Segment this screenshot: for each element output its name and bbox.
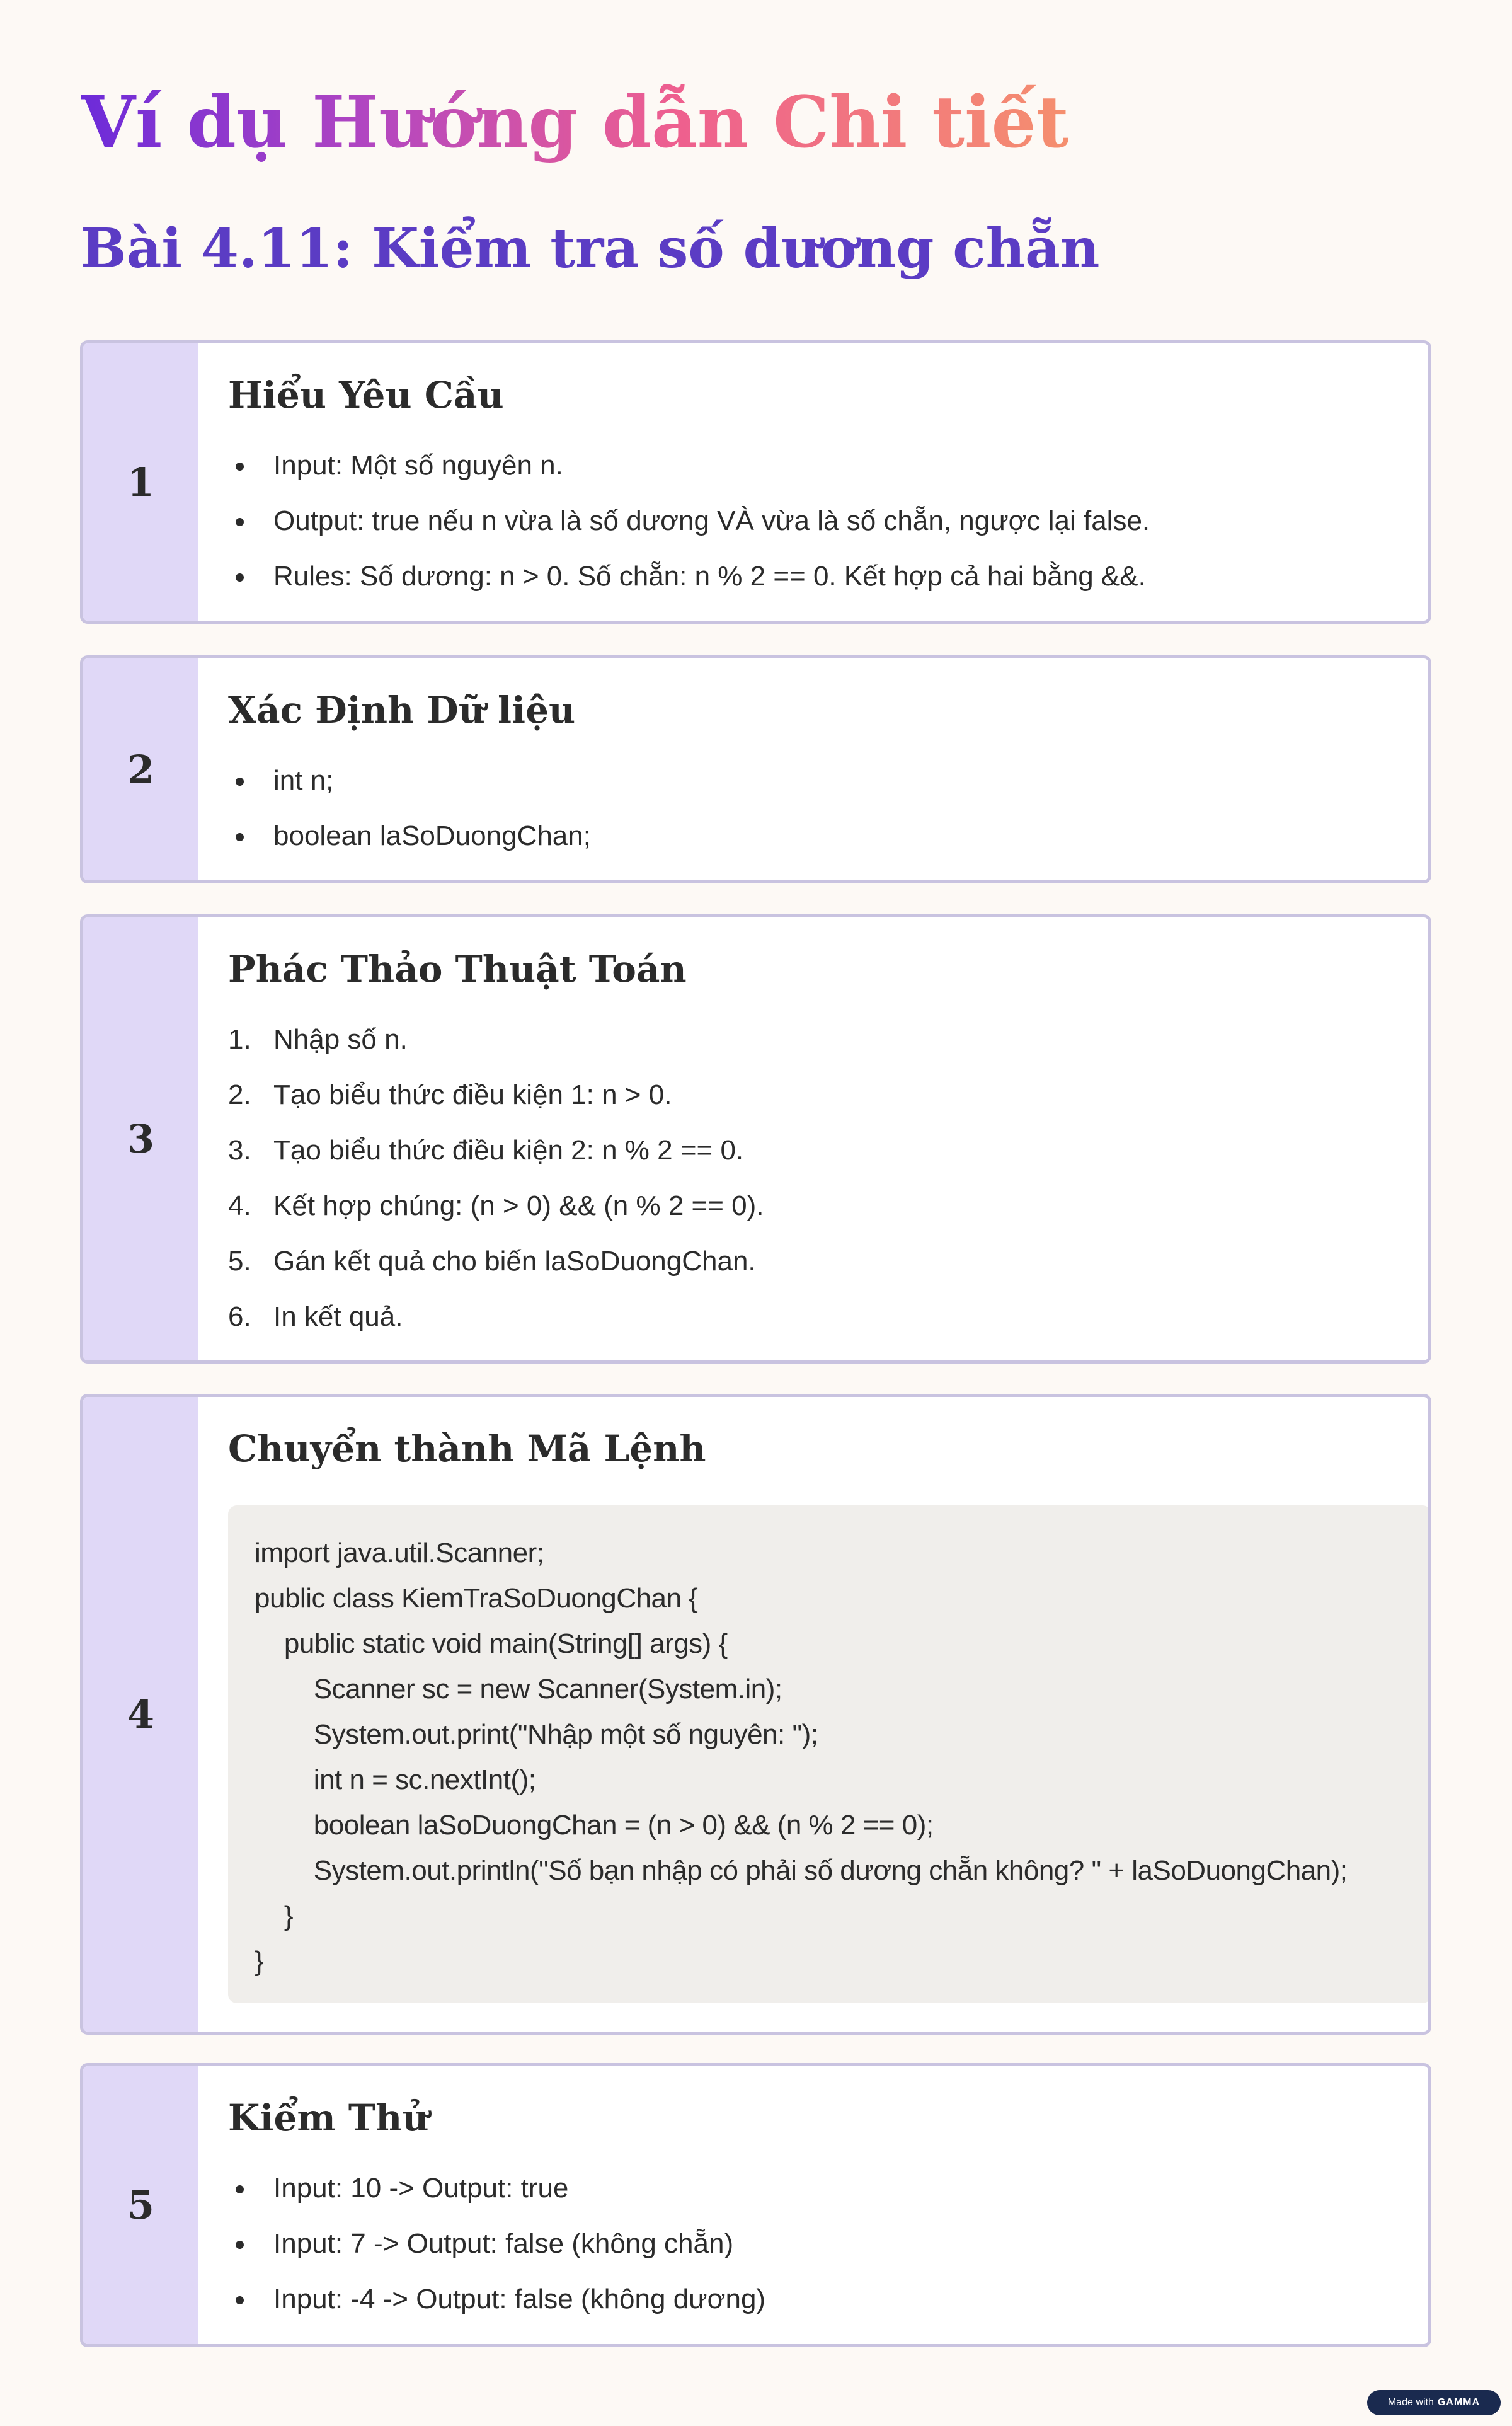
code-line: } [255, 1946, 264, 1977]
list-item: 5. Gán kết quả cho biến laSoDuongChan. [228, 1234, 764, 1289]
made-with-gamma-badge[interactable]: Made with GAMMA [1367, 2390, 1501, 2415]
list-item: 1. Nhập số n. [228, 1012, 764, 1067]
bullet-list: Input: Một số nguyên n. Output: true nếu… [228, 438, 1150, 604]
list-text: In kết quả. [273, 1301, 403, 1332]
code-line: } [255, 1900, 294, 1931]
step-heading: Xác Định Dữ liệu [228, 689, 576, 732]
code-line: public class KiemTraSoDuongChan { [255, 1583, 698, 1614]
step-card-2: 2 Xác Định Dữ liệu int n; boolean laSoDu… [80, 655, 1431, 883]
step-heading: Phác Thảo Thuật Toán [228, 948, 687, 991]
page-title: Ví dụ Hướng dẫn Chi tiết [81, 76, 1069, 170]
list-number: 1. [228, 1024, 251, 1055]
code-line: boolean laSoDuongChan = (n > 0) && (n % … [255, 1810, 934, 1841]
step-number: 3 [83, 917, 198, 1360]
badge-prefix: Made with [1387, 2397, 1434, 2408]
list-item: Input: Một số nguyên n. [228, 438, 1150, 493]
step-card-1: 1 Hiểu Yêu Cầu Input: Một số nguyên n. O… [80, 340, 1431, 624]
list-text: Kết hợp chúng: (n > 0) && (n % 2 == 0). [273, 1190, 764, 1221]
code-line: System.out.print("Nhập một số nguyên: ")… [255, 1719, 818, 1750]
list-number: 4. [228, 1190, 251, 1221]
step-card-5: 5 Kiểm Thử Input: 10 -> Output: true Inp… [80, 2063, 1431, 2347]
page: Ví dụ Hướng dẫn Chi tiết Bài 4.11: Kiểm … [0, 0, 1512, 2426]
code-line: Scanner sc = new Scanner(System.in); [255, 1674, 782, 1705]
list-item: Input: 7 -> Output: false (không chẵn) [228, 2216, 765, 2272]
list-text: Nhập số n. [273, 1024, 408, 1055]
list-number: 2. [228, 1079, 251, 1110]
code-line: System.out.println("Số bạn nhập có phải … [255, 1855, 1348, 1886]
list-text: Gán kết quả cho biến laSoDuongChan. [273, 1246, 756, 1277]
list-item: Rules: Số dương: n > 0. Số chẵn: n % 2 =… [228, 549, 1150, 604]
code-line: import java.util.Scanner; [255, 1538, 544, 1568]
bullet-list: Input: 10 -> Output: true Input: 7 -> Ou… [228, 2161, 765, 2327]
step-number: 5 [83, 2066, 198, 2344]
step-card-3: 3 Phác Thảo Thuật Toán 1. Nhập số n. 2. Tạ… [80, 914, 1431, 1364]
step-heading: Hiểu Yêu Cầu [228, 374, 504, 417]
exercise-title: Bài 4.11: Kiểm tra số dương chẵn [81, 217, 1100, 280]
list-item: 2. Tạo biểu thức điều kiện 1: n > 0. [228, 1067, 764, 1123]
code-line: public static void main(String[] args) { [255, 1628, 728, 1659]
gamma-logo: GAMMA [1437, 2397, 1480, 2408]
step-heading: Chuyển thành Mã Lệnh [228, 1427, 706, 1470]
code-line: int n = sc.nextInt(); [255, 1764, 536, 1795]
list-text: Tạo biểu thức điều kiện 1: n > 0. [273, 1079, 672, 1110]
list-item: 4. Kết hợp chúng: (n > 0) && (n % 2 == 0)… [228, 1178, 764, 1234]
step-number: 4 [83, 1397, 198, 2032]
list-item: boolean laSoDuongChan; [228, 808, 591, 864]
code-block: import java.util.Scanner; public class K… [228, 1505, 1428, 2003]
list-item: 3. Tạo biểu thức điều kiện 2: n % 2 == 0. [228, 1123, 764, 1178]
numbered-list: 1. Nhập số n. 2. Tạo biểu thức điều kiện 1… [228, 1012, 764, 1345]
list-item: Input: -4 -> Output: false (không dương) [228, 2272, 765, 2327]
list-text: Tạo biểu thức điều kiện 2: n % 2 == 0. [273, 1135, 744, 1166]
list-number: 5. [228, 1246, 251, 1277]
list-item: Input: 10 -> Output: true [228, 2161, 765, 2216]
step-number: 1 [83, 343, 198, 621]
step-number: 2 [83, 658, 198, 880]
list-item: 6. In kết quả. [228, 1289, 764, 1345]
list-item: Output: true nếu n vừa là số dương VÀ vừ… [228, 493, 1150, 549]
bullet-list: int n; boolean laSoDuongChan; [228, 753, 591, 864]
step-heading: Kiểm Thử [228, 2096, 429, 2139]
list-item: int n; [228, 753, 591, 808]
list-number: 3. [228, 1135, 251, 1166]
list-number: 6. [228, 1301, 251, 1332]
step-card-4: 4 Chuyển thành Mã Lệnh import java.util.… [80, 1394, 1431, 2035]
